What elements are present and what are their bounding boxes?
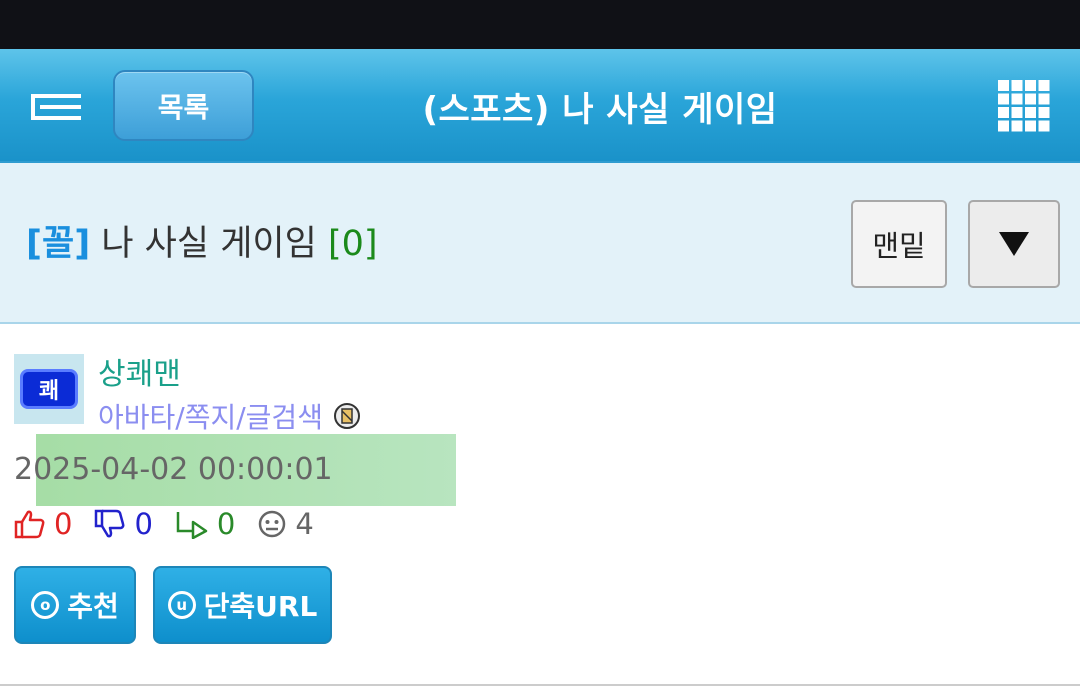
comment-count: [0] bbox=[327, 224, 378, 264]
status-bar bbox=[0, 0, 1080, 49]
recommend-button[interactable]: o 추천 bbox=[14, 566, 136, 644]
views-count: 4 bbox=[295, 507, 314, 541]
down-arrow-icon bbox=[999, 232, 1029, 256]
subject-title: 나 사실 게이임 bbox=[101, 224, 317, 264]
views-stat: 4 bbox=[257, 507, 314, 541]
thumbs-down-icon bbox=[95, 509, 125, 538]
author-links[interactable]: 아바타/쪽지/글검색 bbox=[98, 396, 361, 436]
short-url-icon: u bbox=[167, 591, 196, 619]
scroll-bottom-button[interactable]: 맨밑 bbox=[851, 200, 947, 288]
short-url-button[interactable]: u 단축URL bbox=[153, 566, 332, 644]
reply-stat[interactable]: 0 bbox=[175, 507, 235, 541]
short-url-label: 단축URL bbox=[203, 590, 318, 623]
subject-bar: [꼴] 나 사실 게이임 [0] 맨밑 bbox=[0, 163, 1080, 324]
subject-tag: [꼴] bbox=[26, 224, 91, 264]
thumbs-up-icon bbox=[14, 510, 45, 539]
reply-icon bbox=[176, 512, 208, 539]
post-stats: 0 0 0 4 bbox=[14, 504, 336, 544]
apps-grid-icon[interactable] bbox=[998, 80, 1050, 132]
recommend-label: 추천 bbox=[67, 590, 119, 623]
upvote-stat[interactable]: 0 bbox=[14, 507, 72, 541]
post-date: 2025-04-02 00:00:01 bbox=[14, 452, 333, 487]
page-title: (스포츠) 나 사실 게이임 bbox=[422, 89, 778, 130]
views-icon bbox=[259, 510, 286, 538]
downvote-stat[interactable]: 0 bbox=[94, 507, 153, 541]
author-name[interactable]: 상쾌맨 bbox=[98, 349, 181, 393]
author-links-label: 아바타/쪽지/글검색 bbox=[98, 401, 323, 434]
memo-icon[interactable] bbox=[333, 402, 361, 430]
top-nav: 목록 (스포츠) 나 사실 게이임 bbox=[0, 49, 1080, 163]
recommend-icon: o bbox=[31, 591, 60, 619]
subject-heading: [꼴] 나 사실 게이임 [0] bbox=[26, 215, 378, 266]
avatar-badge: 쾌 bbox=[20, 369, 78, 409]
menu-icon[interactable] bbox=[28, 92, 84, 122]
downvote-count: 0 bbox=[134, 507, 153, 541]
list-button[interactable]: 목록 bbox=[113, 70, 254, 141]
avatar[interactable]: 쾌 bbox=[14, 354, 84, 424]
upvote-count: 0 bbox=[54, 507, 73, 541]
reply-count: 0 bbox=[216, 507, 236, 541]
down-arrow-button[interactable] bbox=[968, 200, 1060, 288]
